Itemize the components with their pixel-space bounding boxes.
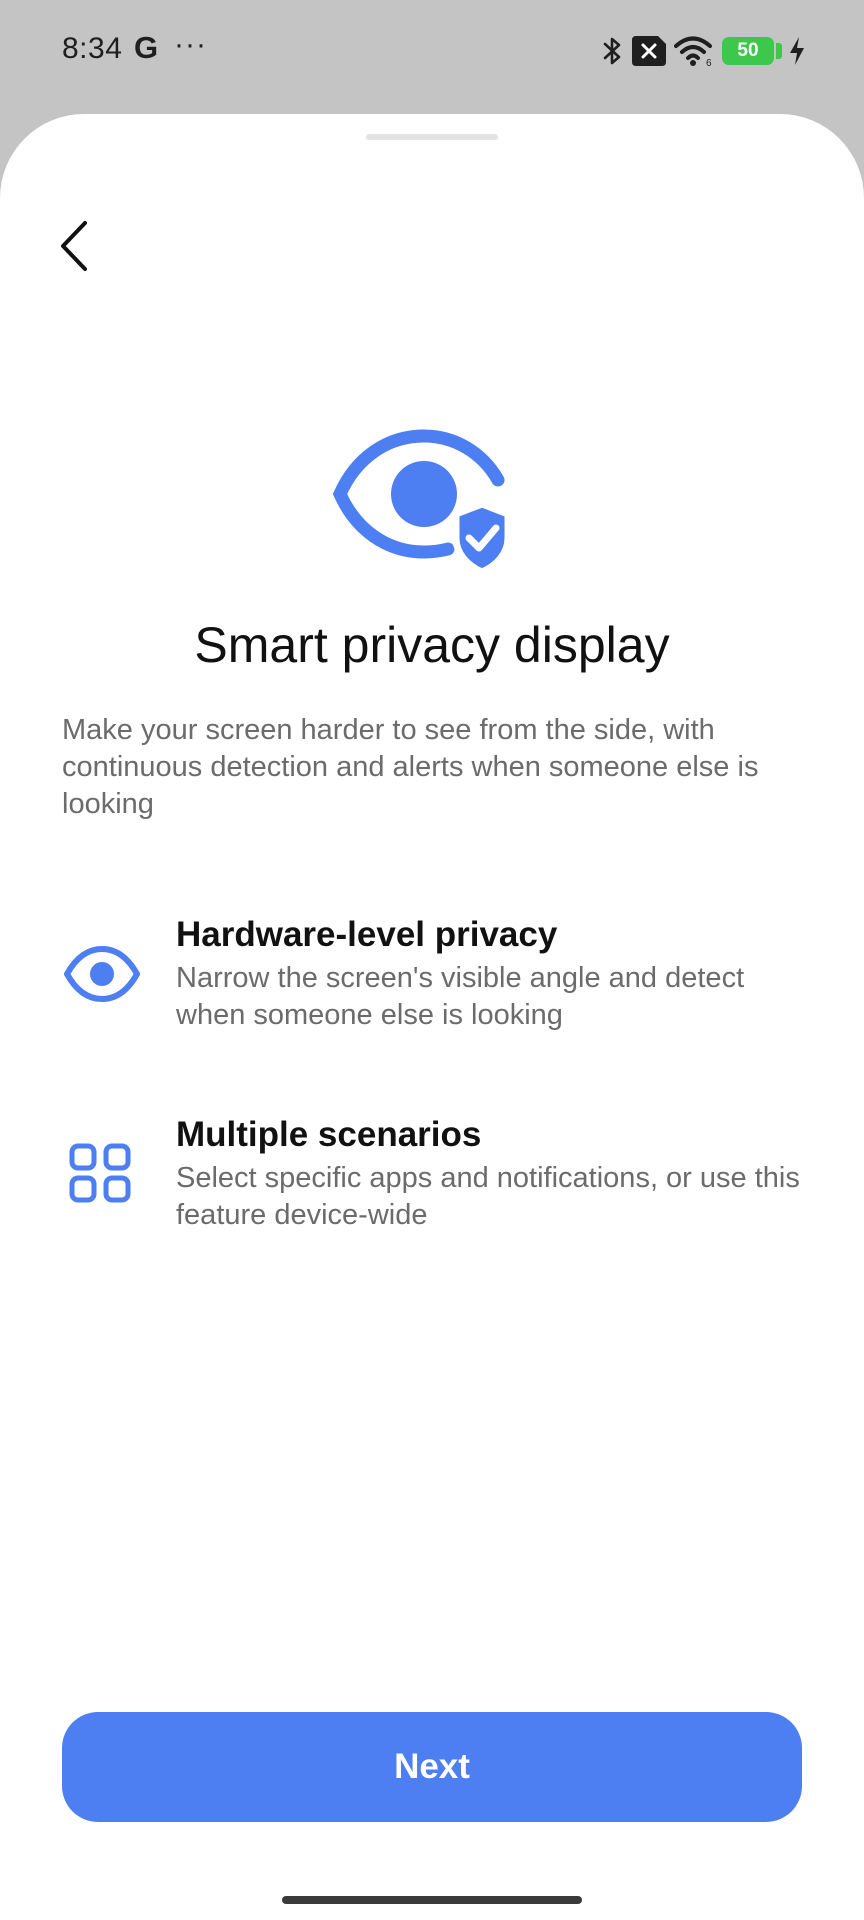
status-bar: 8:34 G ··· 6 50 bbox=[0, 0, 864, 100]
feature-description: Select specific apps and notifications, … bbox=[176, 1162, 800, 1231]
back-button[interactable] bbox=[44, 210, 104, 282]
charging-icon bbox=[790, 37, 804, 65]
eye-icon bbox=[64, 946, 140, 1002]
battery-level: 50 bbox=[737, 40, 759, 61]
wifi-icon: 6 bbox=[674, 36, 712, 67]
grid-icon bbox=[69, 1143, 131, 1203]
page-title: Smart privacy display bbox=[194, 617, 670, 673]
feature-title: Multiple scenarios bbox=[176, 1115, 482, 1154]
battery-icon: 50 bbox=[722, 37, 782, 65]
home-indicator[interactable] bbox=[282, 1896, 582, 1904]
bottom-sheet: Smart privacy display Make your screen h… bbox=[0, 114, 864, 1920]
svg-text:6: 6 bbox=[706, 58, 712, 67]
bluetooth-icon bbox=[603, 37, 621, 65]
more-notifications-icon: ··· bbox=[174, 28, 207, 61]
feature-text: Multiple scenarios Select specific apps … bbox=[176, 1114, 816, 1234]
drag-handle[interactable] bbox=[366, 134, 498, 140]
sim-off-icon bbox=[632, 36, 666, 66]
eye-shield-icon bbox=[332, 429, 512, 574]
status-icons: 6 50 bbox=[602, 34, 806, 68]
feature-hardware-privacy: Hardware-level privacy Narrow the screen… bbox=[62, 914, 812, 1044]
status-time: 8:34 bbox=[62, 32, 123, 65]
feature-multiple-scenarios: Multiple scenarios Select specific apps … bbox=[62, 1114, 812, 1244]
feature-text: Hardware-level privacy Narrow the screen… bbox=[176, 914, 816, 1034]
page-description: Make your screen harder to see from the … bbox=[62, 714, 759, 820]
screen: 8:34 G ··· 6 50 Smart privacy display Ma… bbox=[0, 0, 864, 1920]
feature-title: Hardware-level privacy bbox=[176, 915, 558, 954]
feature-description: Narrow the screen's visible angle and de… bbox=[176, 962, 745, 1031]
next-button[interactable]: Next bbox=[62, 1712, 802, 1822]
chevron-left-icon bbox=[61, 221, 87, 271]
google-icon: G bbox=[134, 30, 159, 65]
